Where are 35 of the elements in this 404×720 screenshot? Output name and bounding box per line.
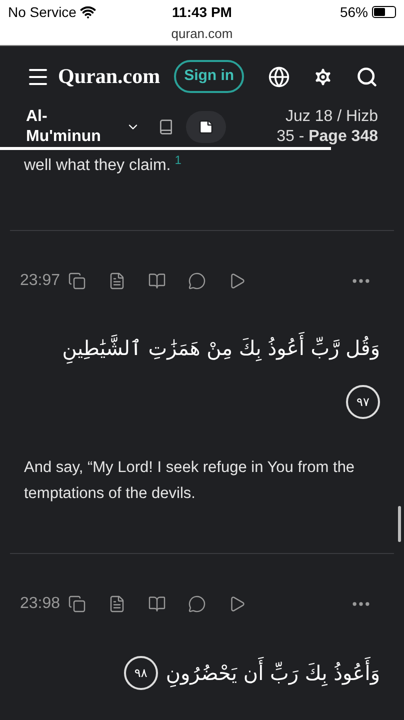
- verse-number: ٩٨: [124, 656, 158, 690]
- battery-icon: [372, 6, 396, 18]
- play-icon[interactable]: [228, 595, 246, 613]
- sign-in-button[interactable]: Sign in: [174, 60, 244, 93]
- search-icon[interactable]: [356, 66, 378, 88]
- url-text[interactable]: quran.com: [171, 24, 233, 44]
- wifi-icon: [80, 4, 96, 20]
- carrier-text: No Service: [8, 2, 76, 22]
- footnote-link[interactable]: 1: [174, 153, 182, 167]
- scrollbar[interactable]: [398, 506, 401, 542]
- surah-name[interactable]: Al-Mu'minun: [26, 107, 106, 147]
- verse-key[interactable]: 23:97: [20, 269, 60, 293]
- book-icon: [158, 119, 174, 135]
- copy-icon[interactable]: [68, 595, 86, 613]
- globe-icon[interactable]: [268, 66, 290, 88]
- clock: 11:43 PM: [172, 2, 232, 22]
- battery-percent: 56%: [340, 2, 368, 22]
- verse-number: ٩٧: [346, 385, 380, 419]
- juz-page-text: Juz 18 / Hizb 35 - Page 348: [276, 107, 378, 147]
- copy-icon[interactable]: [68, 272, 86, 290]
- translation-text: well what they claim. $^{1}$: [24, 154, 182, 176]
- document-icon[interactable]: [108, 272, 126, 290]
- page-mode-tab[interactable]: [186, 111, 226, 143]
- open-book-icon[interactable]: [148, 272, 166, 290]
- verse-key[interactable]: 23:98: [20, 592, 60, 616]
- page-icon: [198, 119, 214, 135]
- speech-bubble-icon[interactable]: [188, 595, 206, 613]
- open-book-icon[interactable]: [148, 595, 166, 613]
- speech-bubble-icon[interactable]: [188, 272, 206, 290]
- play-icon[interactable]: [228, 272, 246, 290]
- arabic-verse: وَأَعُوذُ بِكَ رَبِّ أَن يَحْضُرُونِ: [166, 658, 380, 688]
- arabic-verse: وَقُل رَّبِّ أَعُوذُ بِكَ مِنْ هَمَزَٰتِ ٱلشَّيَٰطِينِ: [62, 333, 380, 363]
- translation-text: And say, “My Lord! I seek refuge in You from the temptations of the devils.: [24, 458, 356, 504]
- logo[interactable]: Quran.com: [58, 60, 160, 92]
- document-icon[interactable]: [108, 595, 126, 613]
